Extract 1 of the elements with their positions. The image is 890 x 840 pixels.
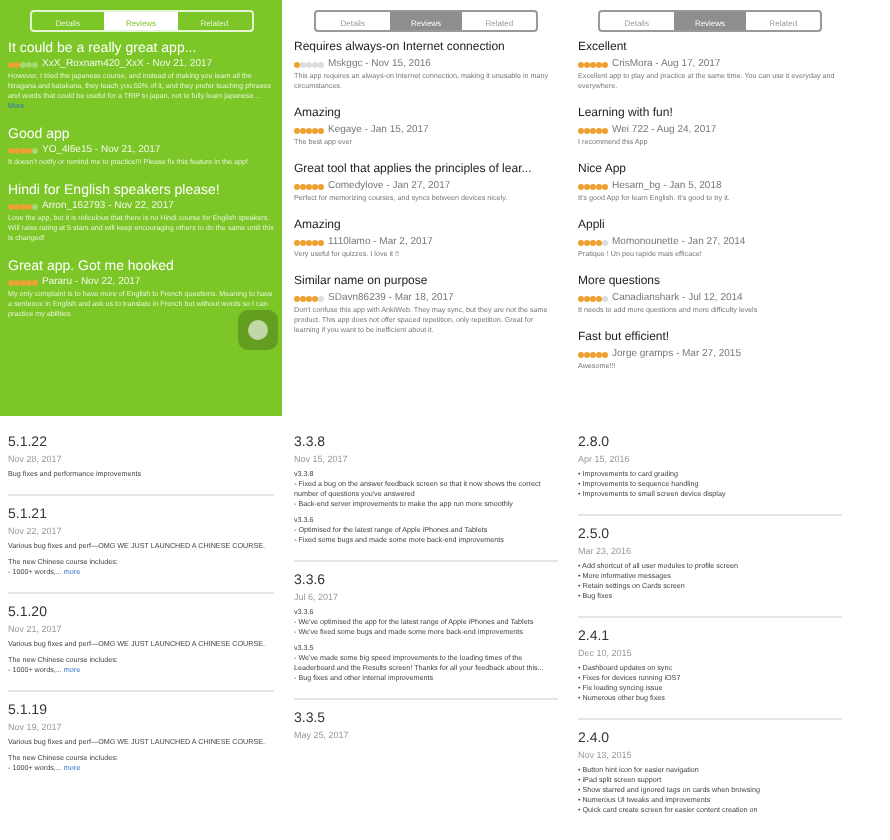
floating-button[interactable]: [238, 310, 278, 350]
